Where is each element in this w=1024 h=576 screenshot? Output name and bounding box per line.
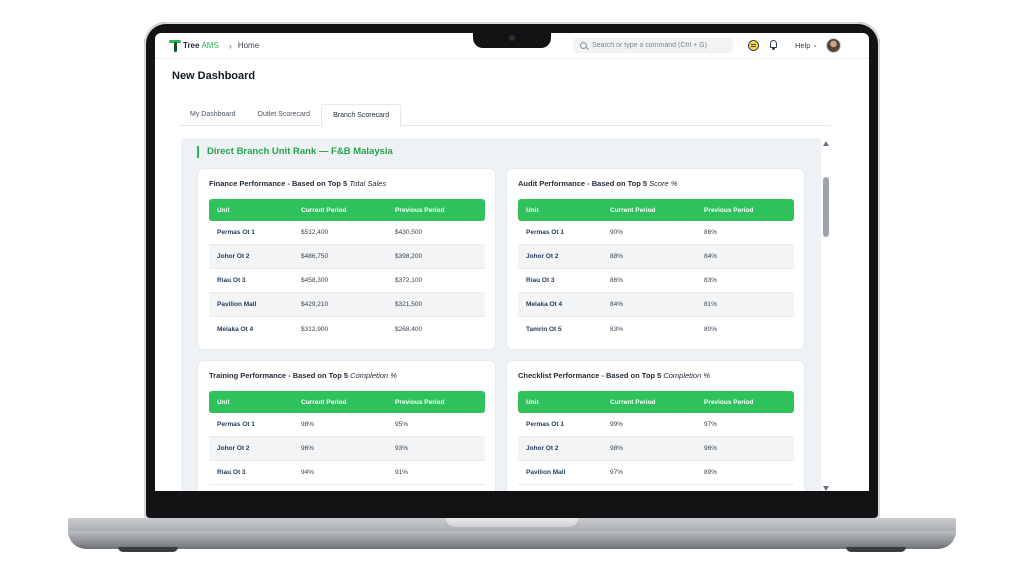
vertical-scrollbar[interactable] <box>821 138 831 491</box>
app-logo[interactable]: Tree AMS <box>169 39 219 52</box>
col-previous-period[interactable]: Previous Period <box>704 399 794 406</box>
finance-performance-card: Finance Performance - Based on Top 5 Tot… <box>198 169 495 349</box>
col-current-period[interactable]: Current Period <box>301 207 395 214</box>
camera-notch <box>473 28 551 48</box>
audit-performance-card: Audit Performance - Based on Top 5 Score… <box>507 169 804 349</box>
table-header: Unit Current Period Previous Period <box>209 199 485 221</box>
table-header: Unit Current Period Previous Period <box>518 391 794 413</box>
laptop-opening-notch <box>446 518 578 527</box>
col-unit[interactable]: Unit <box>518 399 610 406</box>
scroll-down-icon[interactable] <box>823 486 829 491</box>
laptop-screen: TreeAMS › Home Help ⌄ New Dashboard My D… <box>155 33 869 491</box>
logo-text: Tree <box>183 41 200 50</box>
col-current-period[interactable]: Current Period <box>610 207 704 214</box>
breadcrumb-home[interactable]: Home <box>238 41 259 50</box>
help-menu[interactable]: Help ⌄ <box>795 41 817 50</box>
avatar[interactable] <box>826 38 841 53</box>
card-title: Checklist Performance - Based on Top 5 C… <box>518 371 711 380</box>
table-row[interactable]: Melaka Ot 4 84% 81% <box>518 293 794 317</box>
table-row[interactable]: Riau Ot 3 86% 83% <box>518 269 794 293</box>
table-row[interactable]: Riau Ot 3 $458,300 $372,100 <box>209 269 485 293</box>
help-label: Help <box>795 41 811 50</box>
card-title: Audit Performance - Based on Top 5 Score… <box>518 179 678 188</box>
col-unit[interactable]: Unit <box>209 207 301 214</box>
col-unit[interactable]: Unit <box>518 207 610 214</box>
chat-icon[interactable] <box>748 40 759 51</box>
table-header: Unit Current Period Previous Period <box>209 391 485 413</box>
table-row[interactable]: Melaka Ot 4 $312,900 $268,400 <box>209 317 485 341</box>
col-previous-period[interactable]: Previous Period <box>395 399 485 406</box>
col-previous-period[interactable]: Previous Period <box>704 207 794 214</box>
table-row[interactable]: Permas Ot 1 90% 86% <box>518 221 794 245</box>
table-row[interactable]: Pavilion Mall 97% 89% <box>518 461 794 485</box>
table-row[interactable]: Johor Ot 2 $486,750 $398,200 <box>209 245 485 269</box>
logo-suffix: AMS <box>201 41 219 50</box>
table-row[interactable]: Johor Ot 2 96% 93% <box>209 437 485 461</box>
audit-table: Unit Current Period Previous Period Perm… <box>518 199 794 341</box>
dashboard-tabs: My Dashboard Outlet Scorecard Branch Sco… <box>179 104 831 127</box>
finance-table: Unit Current Period Previous Period Perm… <box>209 199 485 341</box>
scorecard-panel: Direct Branch Unit Rank — F&B Malaysia F… <box>181 138 821 491</box>
col-previous-period[interactable]: Previous Period <box>395 207 485 214</box>
laptop-foot-right <box>846 547 906 552</box>
page-title: New Dashboard <box>172 70 256 82</box>
card-title: Training Performance - Based on Top 5 Co… <box>209 371 397 380</box>
tab-outlet-scorecard[interactable]: Outlet Scorecard <box>247 104 322 126</box>
tree-logo-icon <box>169 39 181 52</box>
tab-branch-scorecard[interactable]: Branch Scorecard <box>321 104 402 127</box>
tab-my-dashboard[interactable]: My Dashboard <box>179 104 247 126</box>
table-row[interactable]: Johor Ot 2 98% 96% <box>518 437 794 461</box>
laptop-foot-left <box>118 547 178 552</box>
chevron-down-icon: ⌄ <box>812 43 818 49</box>
card-title: Finance Performance - Based on Top 5 Tot… <box>209 179 387 188</box>
scroll-up-icon[interactable] <box>823 141 829 146</box>
checklist-table: Unit Current Period Previous Period Perm… <box>518 391 794 485</box>
checklist-performance-card: Checklist Performance - Based on Top 5 C… <box>507 361 804 491</box>
col-unit[interactable]: Unit <box>209 399 301 406</box>
camera-icon <box>509 35 515 41</box>
col-current-period[interactable]: Current Period <box>301 399 395 406</box>
chevron-right-icon: › <box>228 40 232 51</box>
bell-icon[interactable] <box>768 40 779 51</box>
table-header: Unit Current Period Previous Period <box>518 199 794 221</box>
table-row[interactable]: Pavilion Mall $429,210 $321,500 <box>209 293 485 317</box>
table-row[interactable]: Permas Ot 1 99% 97% <box>518 413 794 437</box>
training-table: Unit Current Period Previous Period Perm… <box>209 391 485 485</box>
command-search[interactable] <box>573 38 733 53</box>
col-current-period[interactable]: Current Period <box>610 399 704 406</box>
training-performance-card: Training Performance - Based on Top 5 Co… <box>198 361 495 491</box>
search-input[interactable] <box>592 42 722 49</box>
laptop-base <box>68 531 956 549</box>
table-row[interactable]: Permas Ot 1 98% 95% <box>209 413 485 437</box>
search-icon <box>580 42 587 49</box>
table-row[interactable]: Permas Ot 1 $512,400 $430,500 <box>209 221 485 245</box>
table-row[interactable]: Tamrin Ot 5 83% 80% <box>518 317 794 341</box>
scrollbar-thumb[interactable] <box>823 177 829 237</box>
table-row[interactable]: Johor Ot 2 88% 84% <box>518 245 794 269</box>
section-title: Direct Branch Unit Rank — F&B Malaysia <box>197 146 393 158</box>
table-row[interactable]: Riau Ot 3 94% 91% <box>209 461 485 485</box>
